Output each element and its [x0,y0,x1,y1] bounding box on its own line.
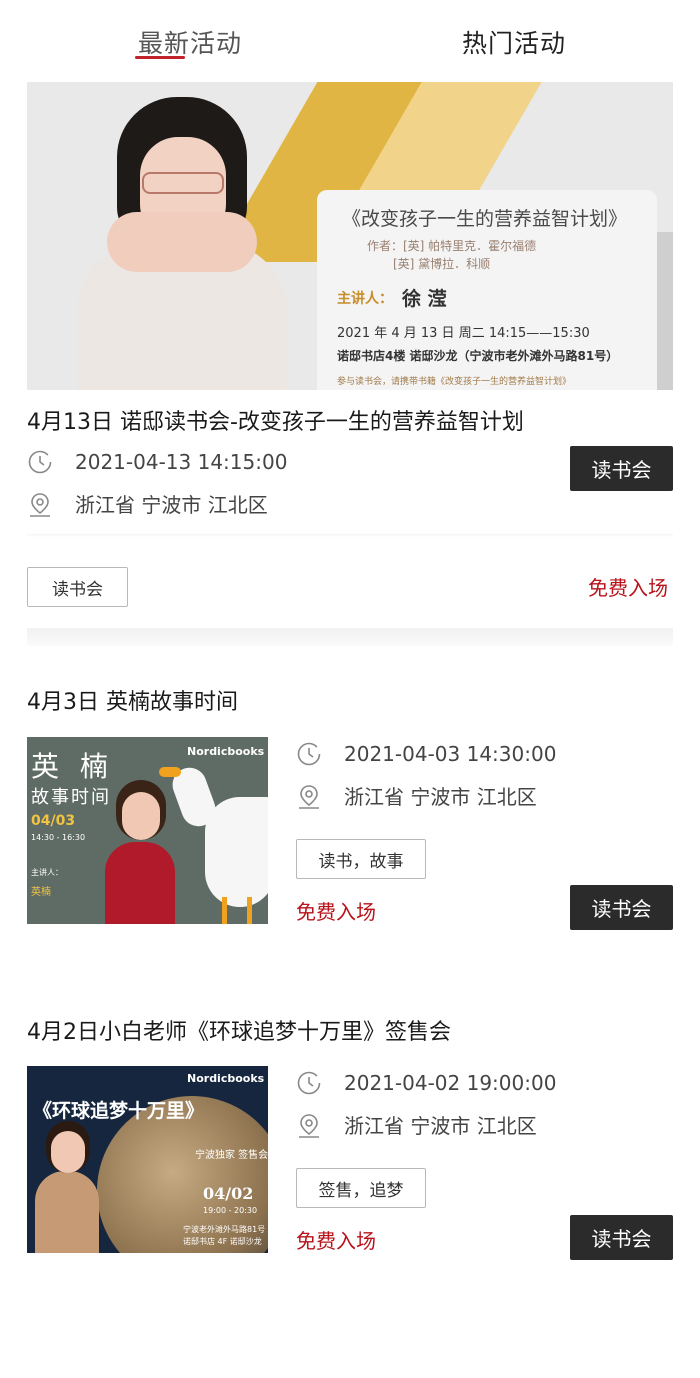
price-label: 免费入场 [588,576,668,600]
thumb-headline: 故事时间 [31,787,111,808]
clock-icon [296,1070,322,1096]
thumb-time: 19:00 - 20:30 [203,1206,258,1215]
price-label: 免费入场 [296,1229,376,1253]
event-title[interactable]: 4月2日小白老师《环球追梦十万里》签售会 [27,1014,451,1046]
banner-speaker-label: 主讲人： [337,291,393,307]
banner-time: 2021 年 4 月 13 日 周二 14:15——15:30 [337,326,590,341]
thumb-brand: Nordicbooks [187,745,265,758]
event-datetime: 2021-04-02 19:00:00 [296,1070,556,1096]
tab-active-indicator [135,56,185,59]
clock-icon [296,741,322,767]
event-tag[interactable]: 读书，故事 [296,839,426,879]
clock-icon [27,449,53,475]
event-thumbnail[interactable]: 英 楠 故事时间 04/03 14:30 - 16:30 主讲人： 英楠 Nor… [27,737,268,924]
event-datetime: 2021-04-03 14:30:00 [296,741,556,767]
thumb-date: 04/02 [203,1184,254,1203]
thumb-time: 14:30 - 16:30 [31,833,86,842]
price-label: 免费入场 [296,900,376,924]
banner-speaker-name: 徐 滢 [402,288,447,310]
banner-place: 诺邸书店4楼 诺邸沙龙（宁波市老外滩外马路81号） [337,349,619,363]
category-button[interactable]: 读书会 [570,885,673,930]
banner-note: 参与读书会，请携带书籍《改变孩子一生的营养益智计划》 [337,377,572,387]
thumb-date: 04/03 [31,813,76,829]
thumb-speaker: 英楠 [31,887,51,898]
thumb-headline: 英 楠 [31,750,114,783]
thumb-speaker-label: 主讲人： [31,868,63,877]
speaker-photo [62,92,292,390]
location-pin-icon [27,491,53,517]
category-button[interactable]: 读书会 [570,446,673,491]
event-location: 浙江省 宁波市 江北区 [296,781,537,810]
thumb-address: 宁波老外滩外马路81号 [183,1225,266,1234]
thumb-venue: 诺邸书店 4F 诺邸沙龙 [183,1237,262,1246]
thumb-headline: 《环球追梦十万里》 [33,1100,205,1122]
featured-banner-image[interactable]: 《改变孩子一生的营养益智计划》 作者：[英] 帕特里克．霍尔福德 [英] 黛博拉… [27,82,673,390]
category-button[interactable]: 读书会 [570,1215,673,1260]
banner-author: [英] 黛博拉．科顺 [393,257,491,271]
divider [27,534,673,537]
tab-hot[interactable]: 热门活动 [462,24,566,60]
thumb-subtitle: 宁波独家 签售会 [195,1150,268,1161]
event-tag[interactable]: 读书会 [27,567,128,607]
tab-latest[interactable]: 最新活动 [138,24,242,60]
event-location: 浙江省 宁波市 江北区 [296,1110,537,1139]
event-thumbnail[interactable]: 《环球追梦十万里》 Nordicbooks 宁波独家 签售会 04/02 19:… [27,1066,268,1253]
event-location: 浙江省 宁波市 江北区 [27,489,268,518]
activity-tabs: 最新活动 热门活动 [0,0,700,80]
event-tag[interactable]: 签售，追梦 [296,1168,426,1208]
event-title[interactable]: 4月3日 英楠故事时间 [27,684,238,716]
location-pin-icon [296,1112,322,1138]
thumb-brand: Nordicbooks [187,1072,265,1085]
section-separator [27,628,673,646]
event-title[interactable]: 4月13日 诺邸读书会-改变孩子一生的营养益智计划 [27,404,524,436]
event-datetime: 2021-04-13 14:15:00 [27,449,287,475]
banner-book-title: 《改变孩子一生的营养益智计划》 [342,208,628,230]
location-pin-icon [296,783,322,809]
banner-author: 作者：[英] 帕特里克．霍尔福德 [367,239,537,253]
